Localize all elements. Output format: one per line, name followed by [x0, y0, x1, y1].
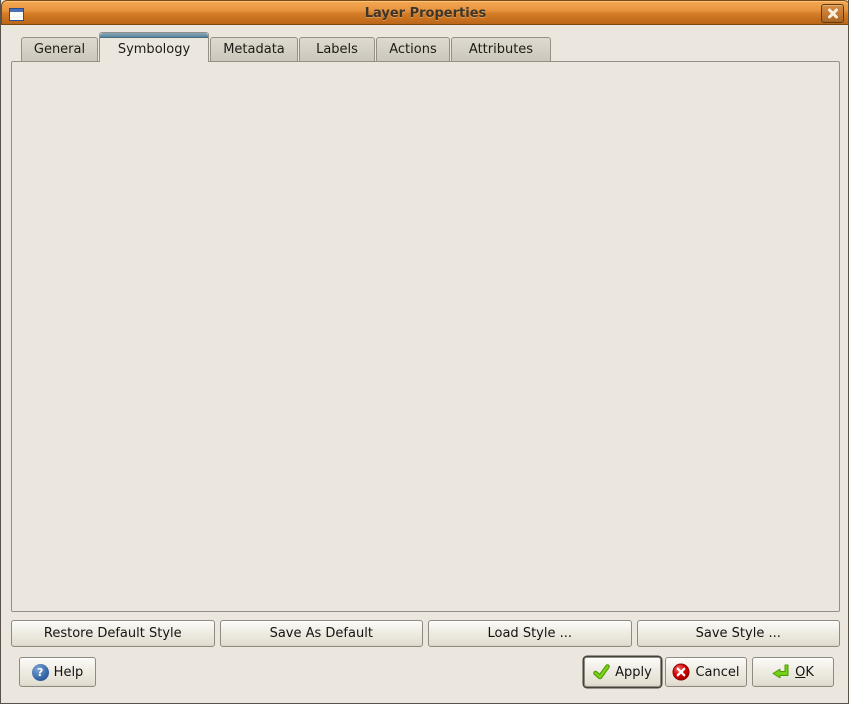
close-icon — [827, 8, 839, 19]
cancel-icon — [672, 663, 690, 681]
enter-arrow-icon — [772, 664, 790, 680]
save-style-button[interactable]: Save Style ... — [637, 620, 841, 647]
style-file-buttons: Restore Default Style Save As Default Lo… — [11, 620, 840, 647]
symbology-panel — [11, 61, 840, 612]
checkmark-icon — [593, 664, 610, 680]
tab-general[interactable]: General — [21, 37, 98, 61]
load-style-button[interactable]: Load Style ... — [428, 620, 632, 647]
layer-properties-dialog: Layer Properties General Symbology Metad… — [0, 0, 849, 704]
tab-symbology[interactable]: Symbology — [99, 32, 209, 62]
help-icon: ? — [32, 664, 49, 681]
tab-metadata[interactable]: Metadata — [210, 37, 298, 61]
restore-default-style-button[interactable]: Restore Default Style — [11, 620, 215, 647]
tab-labels[interactable]: Labels — [299, 37, 375, 61]
tab-attributes[interactable]: Attributes — [451, 37, 551, 61]
close-button[interactable] — [821, 4, 844, 23]
apply-button[interactable]: Apply — [584, 657, 661, 687]
window-title: Layer Properties — [2, 6, 849, 21]
save-as-default-button[interactable]: Save As Default — [220, 620, 424, 647]
tab-actions[interactable]: Actions — [376, 37, 450, 61]
help-button[interactable]: ? Help — [19, 657, 96, 687]
ok-button[interactable]: OK — [752, 657, 834, 687]
titlebar[interactable]: Layer Properties — [1, 0, 849, 25]
cancel-button[interactable]: Cancel — [665, 657, 747, 687]
